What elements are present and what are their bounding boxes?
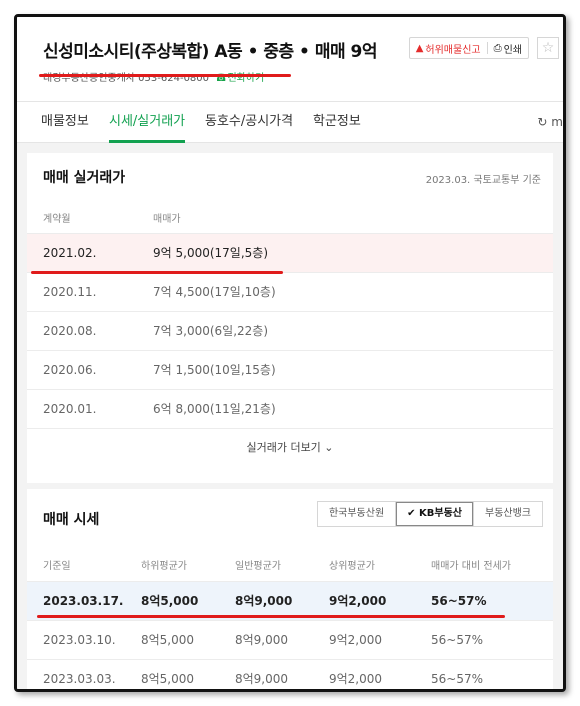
more-trades-button[interactable]: 실거래가 더보기 ⌄ — [27, 428, 553, 466]
siren-icon: ▲ — [415, 42, 424, 54]
tab-listing-info[interactable]: 매물정보 — [41, 102, 89, 143]
price-low: 8억5,000 — [141, 672, 195, 686]
col-low-avg: 하위평균가 — [141, 561, 187, 572]
real-trade-title: 매매 실거래가 — [43, 170, 126, 186]
action-buttons: ▲ 허위매물신고 ⎙ 인쇄 — [408, 37, 529, 59]
print-label: 인쇄 — [503, 44, 522, 56]
tab-school-info[interactable]: 학군정보 — [313, 102, 361, 143]
print-button[interactable]: ⎙ 인쇄 — [488, 38, 528, 58]
col-jeonse-ratio: 매매가 대비 전세가 — [431, 561, 511, 572]
trade-price: 7억 3,000(6일,22층) — [153, 324, 269, 338]
source-kb[interactable]: ✔ KB부동산 — [396, 502, 474, 526]
favorite-star-icon[interactable]: ☆ — [537, 37, 559, 59]
content-area: 매매 실거래가 2023.03. 국토교통부 기준 계약월 매매가 2021.0… — [17, 143, 563, 689]
jeonse-ratio: 56~57% — [431, 672, 483, 686]
print-icon: ⎙ — [493, 42, 502, 54]
tab-overflow[interactable]: ↻ m — [537, 102, 563, 143]
tab-price-trades[interactable]: 시세/실거래가 — [109, 102, 186, 143]
real-trade-source-note: 2023.03. 국토교통부 기준 — [425, 175, 541, 186]
listing-header: 신성미소시티(주상복합) A동 • 중층 • 매매 9억 대경부동산공인중개사 … — [17, 17, 563, 101]
table-row[interactable]: 2023.03.10. 8억5,000 8억9,000 9억2,000 56~5… — [27, 620, 553, 659]
tab-unit-public-price[interactable]: 동호수/공시가격 — [205, 102, 293, 143]
trade-price: 9억 5,000(17일,5층) — [153, 246, 269, 260]
trade-month: 2020.08. — [43, 324, 97, 338]
col-avg: 일반평균가 — [235, 561, 281, 572]
table-row[interactable]: 2023.03.03. 8억5,000 8억9,000 9억2,000 56~5… — [27, 659, 553, 689]
real-trade-card: 매매 실거래가 2023.03. 국토교통부 기준 계약월 매매가 2021.0… — [27, 153, 553, 483]
table-row[interactable]: 2020.08. 7억 3,000(6일,22층) — [27, 311, 553, 350]
highlight-underline — [31, 271, 283, 274]
table-row[interactable]: 2020.11. 7억 4,500(17일,10층) — [27, 272, 553, 311]
price-avg: 8억9,000 — [235, 633, 289, 647]
table-row[interactable]: 2021.02. 9억 5,000(17일,5층) — [27, 233, 553, 272]
report-button[interactable]: ▲ 허위매물신고 — [410, 38, 487, 58]
jeonse-ratio: 56~57% — [431, 633, 483, 647]
report-label: 허위매물신고 — [425, 44, 481, 56]
trade-price: 6억 8,000(11일,21층) — [153, 402, 276, 416]
price-high: 9억2,000 — [329, 672, 383, 686]
col-base-date: 기준일 — [43, 561, 71, 572]
screenshot-frame: 신성미소시티(주상복합) A동 • 중층 • 매매 9억 대경부동산공인중개사 … — [14, 14, 566, 692]
price-source-toggle: 한국부동산원 ✔ KB부동산 부동산뱅크 — [316, 501, 543, 527]
highlight-underline — [39, 74, 291, 77]
price-date: 2023.03.03. — [43, 672, 116, 686]
tab-overflow-label: m — [551, 115, 563, 129]
price-date: 2023.03.10. — [43, 633, 116, 647]
col-high-avg: 상위평균가 — [329, 561, 375, 572]
trade-month: 2020.06. — [43, 363, 97, 377]
price-high: 9억2,000 — [329, 633, 383, 647]
col-sale-price: 매매가 — [153, 214, 181, 225]
table-row[interactable]: 2020.01. 6억 8,000(11일,21층) — [27, 389, 553, 428]
trade-month: 2020.11. — [43, 285, 97, 299]
source-bank[interactable]: 부동산뱅크 — [474, 502, 542, 526]
refresh-icon: ↻ — [537, 115, 548, 129]
listing-title: 신성미소시티(주상복합) A동 • 중층 • 매매 9억 — [43, 42, 378, 62]
trade-price: 7억 1,500(10일,15층) — [153, 363, 276, 377]
source-reb[interactable]: 한국부동산원 — [318, 502, 397, 526]
market-price-title: 매매 시세 — [43, 512, 100, 528]
market-price-card: 매매 시세 한국부동산원 ✔ KB부동산 부동산뱅크 기준일 하위평균가 일반평… — [27, 489, 553, 689]
highlight-underline — [37, 615, 505, 618]
trade-month: 2021.02. — [43, 246, 97, 260]
price-low: 8억5,000 — [141, 633, 195, 647]
col-contract-month: 계약월 — [43, 214, 71, 225]
price-avg: 8억9,000 — [235, 672, 289, 686]
trade-month: 2020.01. — [43, 402, 97, 416]
trade-price: 7억 4,500(17일,10층) — [153, 285, 276, 299]
table-row[interactable]: 2020.06. 7억 1,500(10일,15층) — [27, 350, 553, 389]
tab-bar: 매물정보 시세/실거래가 동호수/공시가격 학군정보 ↻ m — [17, 101, 563, 143]
